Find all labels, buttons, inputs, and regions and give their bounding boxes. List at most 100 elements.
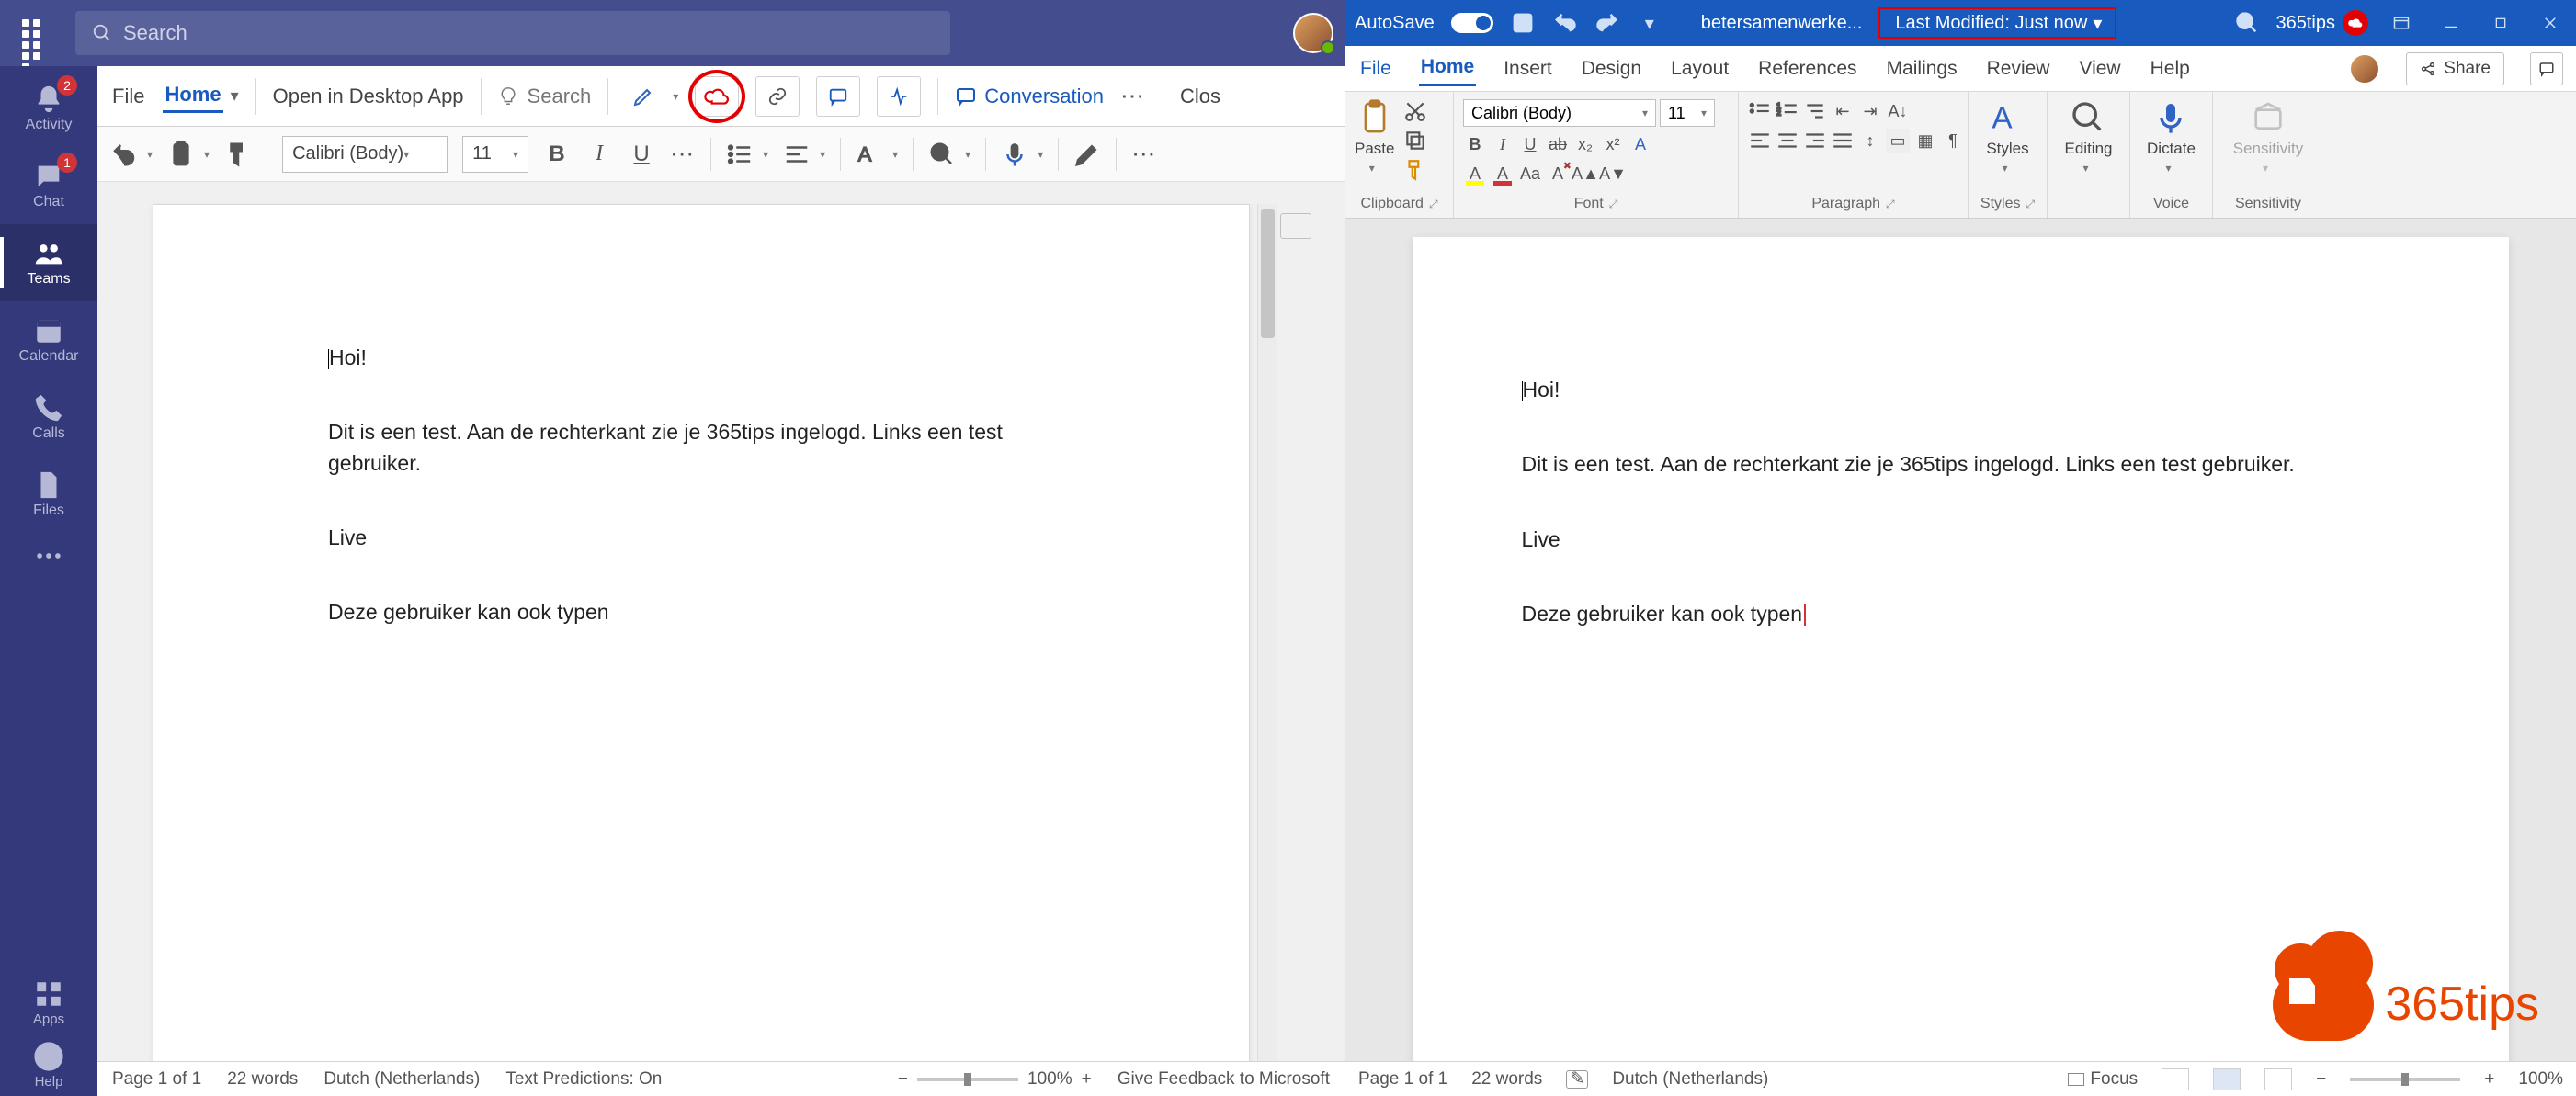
more-font-button[interactable]: ⋯	[670, 140, 696, 168]
dialog-launcher-icon[interactable]: ⤢	[1609, 198, 1618, 211]
print-layout-icon[interactable]	[2213, 1068, 2241, 1090]
comment-button[interactable]	[816, 76, 860, 117]
web-layout-icon[interactable]	[2264, 1068, 2292, 1090]
document-page[interactable]: Hoi! Dit is een test. Aan de rechterkant…	[153, 204, 1250, 1061]
rail-more[interactable]	[0, 533, 97, 579]
subscript-button[interactable]: x₂	[1573, 132, 1597, 156]
conversation-button[interactable]: Conversation	[955, 85, 1104, 108]
last-modified-dropdown[interactable]: Last Modified: Just now ▾	[1878, 7, 2116, 39]
font-size-combo[interactable]: 11▾	[1660, 99, 1715, 127]
strikethrough-button[interactable]: ab	[1546, 132, 1570, 156]
dialog-launcher-icon[interactable]: ⤢	[1886, 198, 1895, 211]
line-spacing-button[interactable]: ↕	[1858, 129, 1882, 153]
app-launcher-icon[interactable]	[11, 8, 61, 58]
change-case-button[interactable]: Aa	[1518, 162, 1542, 186]
chevron-down-icon[interactable]: ▾	[892, 148, 898, 161]
zoom-slider[interactable]	[2350, 1078, 2460, 1081]
tell-me-search[interactable]: Search	[498, 85, 592, 108]
feedback-link[interactable]: Give Feedback to Microsoft	[1118, 1069, 1330, 1090]
rail-calls[interactable]: Calls	[0, 379, 97, 456]
dialog-launcher-icon[interactable]: ⤢	[1429, 198, 1438, 211]
scrollbar-thumb[interactable]	[1261, 209, 1275, 338]
copy-icon[interactable]	[1403, 129, 1427, 153]
font-name-combo[interactable]: Calibri (Body)▾	[282, 136, 448, 173]
search-icon[interactable]	[2234, 10, 2260, 36]
align-center-button[interactable]	[1776, 129, 1799, 153]
sort-button[interactable]: A↓	[1886, 99, 1910, 123]
read-mode-icon[interactable]	[2162, 1068, 2189, 1090]
activity-button[interactable]	[877, 76, 921, 117]
open-in-desktop-button[interactable]: Open in Desktop App	[273, 85, 464, 108]
paste-button[interactable]: Paste ▾	[1355, 99, 1394, 175]
cut-icon[interactable]	[1403, 99, 1427, 123]
close-icon[interactable]	[2534, 10, 2567, 36]
decrease-indent-button[interactable]: ⇤	[1831, 99, 1855, 123]
dialog-launcher-icon[interactable]: ⤢	[2026, 198, 2035, 211]
status-words[interactable]: 22 words	[227, 1069, 298, 1090]
tab-help[interactable]: Help	[2149, 52, 2192, 85]
borders-button[interactable]: ▦	[1913, 129, 1937, 153]
rail-apps[interactable]: Apps	[0, 971, 97, 1034]
bold-button[interactable]: B	[1463, 132, 1487, 156]
format-painter-icon[interactable]	[1403, 158, 1427, 182]
rail-calendar[interactable]: Calendar	[0, 301, 97, 379]
find-icon[interactable]	[928, 141, 956, 168]
catch-up-button[interactable]	[695, 76, 739, 117]
zoom-in-icon[interactable]: +	[1082, 1069, 1092, 1090]
pen-color-button[interactable]	[625, 76, 662, 117]
superscript-button[interactable]: x²	[1601, 132, 1625, 156]
maximize-icon[interactable]	[2484, 10, 2517, 36]
rail-help[interactable]: Help	[0, 1034, 97, 1096]
autosave-toggle[interactable]	[1451, 13, 1493, 33]
styles-icon[interactable]: A	[856, 141, 883, 168]
editor-icon[interactable]	[1073, 141, 1101, 168]
collaborator-avatar[interactable]	[2349, 53, 2380, 85]
dictate-icon[interactable]	[1001, 141, 1028, 168]
numbering-button[interactable]: 12	[1776, 99, 1799, 123]
vertical-scrollbar[interactable]	[1257, 204, 1277, 1061]
status-predictions[interactable]: Text Predictions: On	[505, 1069, 662, 1090]
status-page[interactable]: Page 1 of 1	[1358, 1069, 1447, 1090]
justify-button[interactable]	[1831, 129, 1855, 153]
account-menu[interactable]: 365tips	[2276, 10, 2369, 36]
tab-references[interactable]: References	[1756, 52, 1858, 85]
zoom-level[interactable]: 100%	[2518, 1069, 2563, 1090]
save-icon[interactable]	[1510, 10, 1536, 36]
close-button[interactable]: Clos	[1180, 85, 1220, 108]
tab-file[interactable]: File	[1358, 52, 1393, 85]
tab-insert[interactable]: Insert	[1502, 52, 1554, 85]
tab-view[interactable]: View	[2077, 52, 2122, 85]
chevron-down-icon[interactable]: ▾	[204, 148, 210, 161]
tab-mailings[interactable]: Mailings	[1885, 52, 1959, 85]
minimize-icon[interactable]	[2434, 10, 2468, 36]
rail-chat[interactable]: 1 Chat	[0, 147, 97, 224]
teams-search-input[interactable]: Search	[75, 11, 950, 55]
bullets-icon[interactable]	[726, 141, 754, 168]
zoom-level[interactable]: 100%	[1027, 1069, 1072, 1090]
document-filename[interactable]: betersamenwerke...	[1701, 13, 1863, 34]
rail-activity[interactable]: 2 Activity	[0, 70, 97, 147]
comments-button[interactable]	[2530, 52, 2563, 85]
link-button[interactable]	[755, 76, 800, 117]
tab-design[interactable]: Design	[1580, 52, 1643, 85]
ribbon-display-icon[interactable]	[2385, 10, 2418, 36]
shading-button[interactable]: ▭	[1886, 129, 1910, 153]
italic-button[interactable]: I	[585, 141, 613, 168]
more-button[interactable]: ⋯	[1120, 82, 1146, 110]
chevron-down-icon[interactable]: ▾	[231, 86, 239, 106]
qat-customize-icon[interactable]: ▾	[1637, 10, 1662, 36]
chevron-down-icon[interactable]: ▾	[1038, 148, 1043, 161]
status-page[interactable]: Page 1 of 1	[112, 1069, 201, 1090]
undo-icon[interactable]	[1552, 10, 1578, 36]
chevron-down-icon[interactable]: ▾	[763, 148, 768, 161]
grow-font-button[interactable]: A▲	[1573, 162, 1597, 186]
zoom-out-icon[interactable]: −	[2316, 1069, 2326, 1090]
align-icon[interactable]	[783, 141, 811, 168]
tab-layout[interactable]: Layout	[1669, 52, 1731, 85]
teams-profile[interactable]	[1293, 13, 1333, 53]
zoom-out-icon[interactable]: −	[898, 1069, 908, 1090]
undo-icon[interactable]	[110, 141, 138, 168]
format-painter-icon[interactable]	[224, 141, 252, 168]
chevron-down-icon[interactable]: ▾	[673, 90, 678, 103]
align-left-button[interactable]	[1748, 129, 1772, 153]
